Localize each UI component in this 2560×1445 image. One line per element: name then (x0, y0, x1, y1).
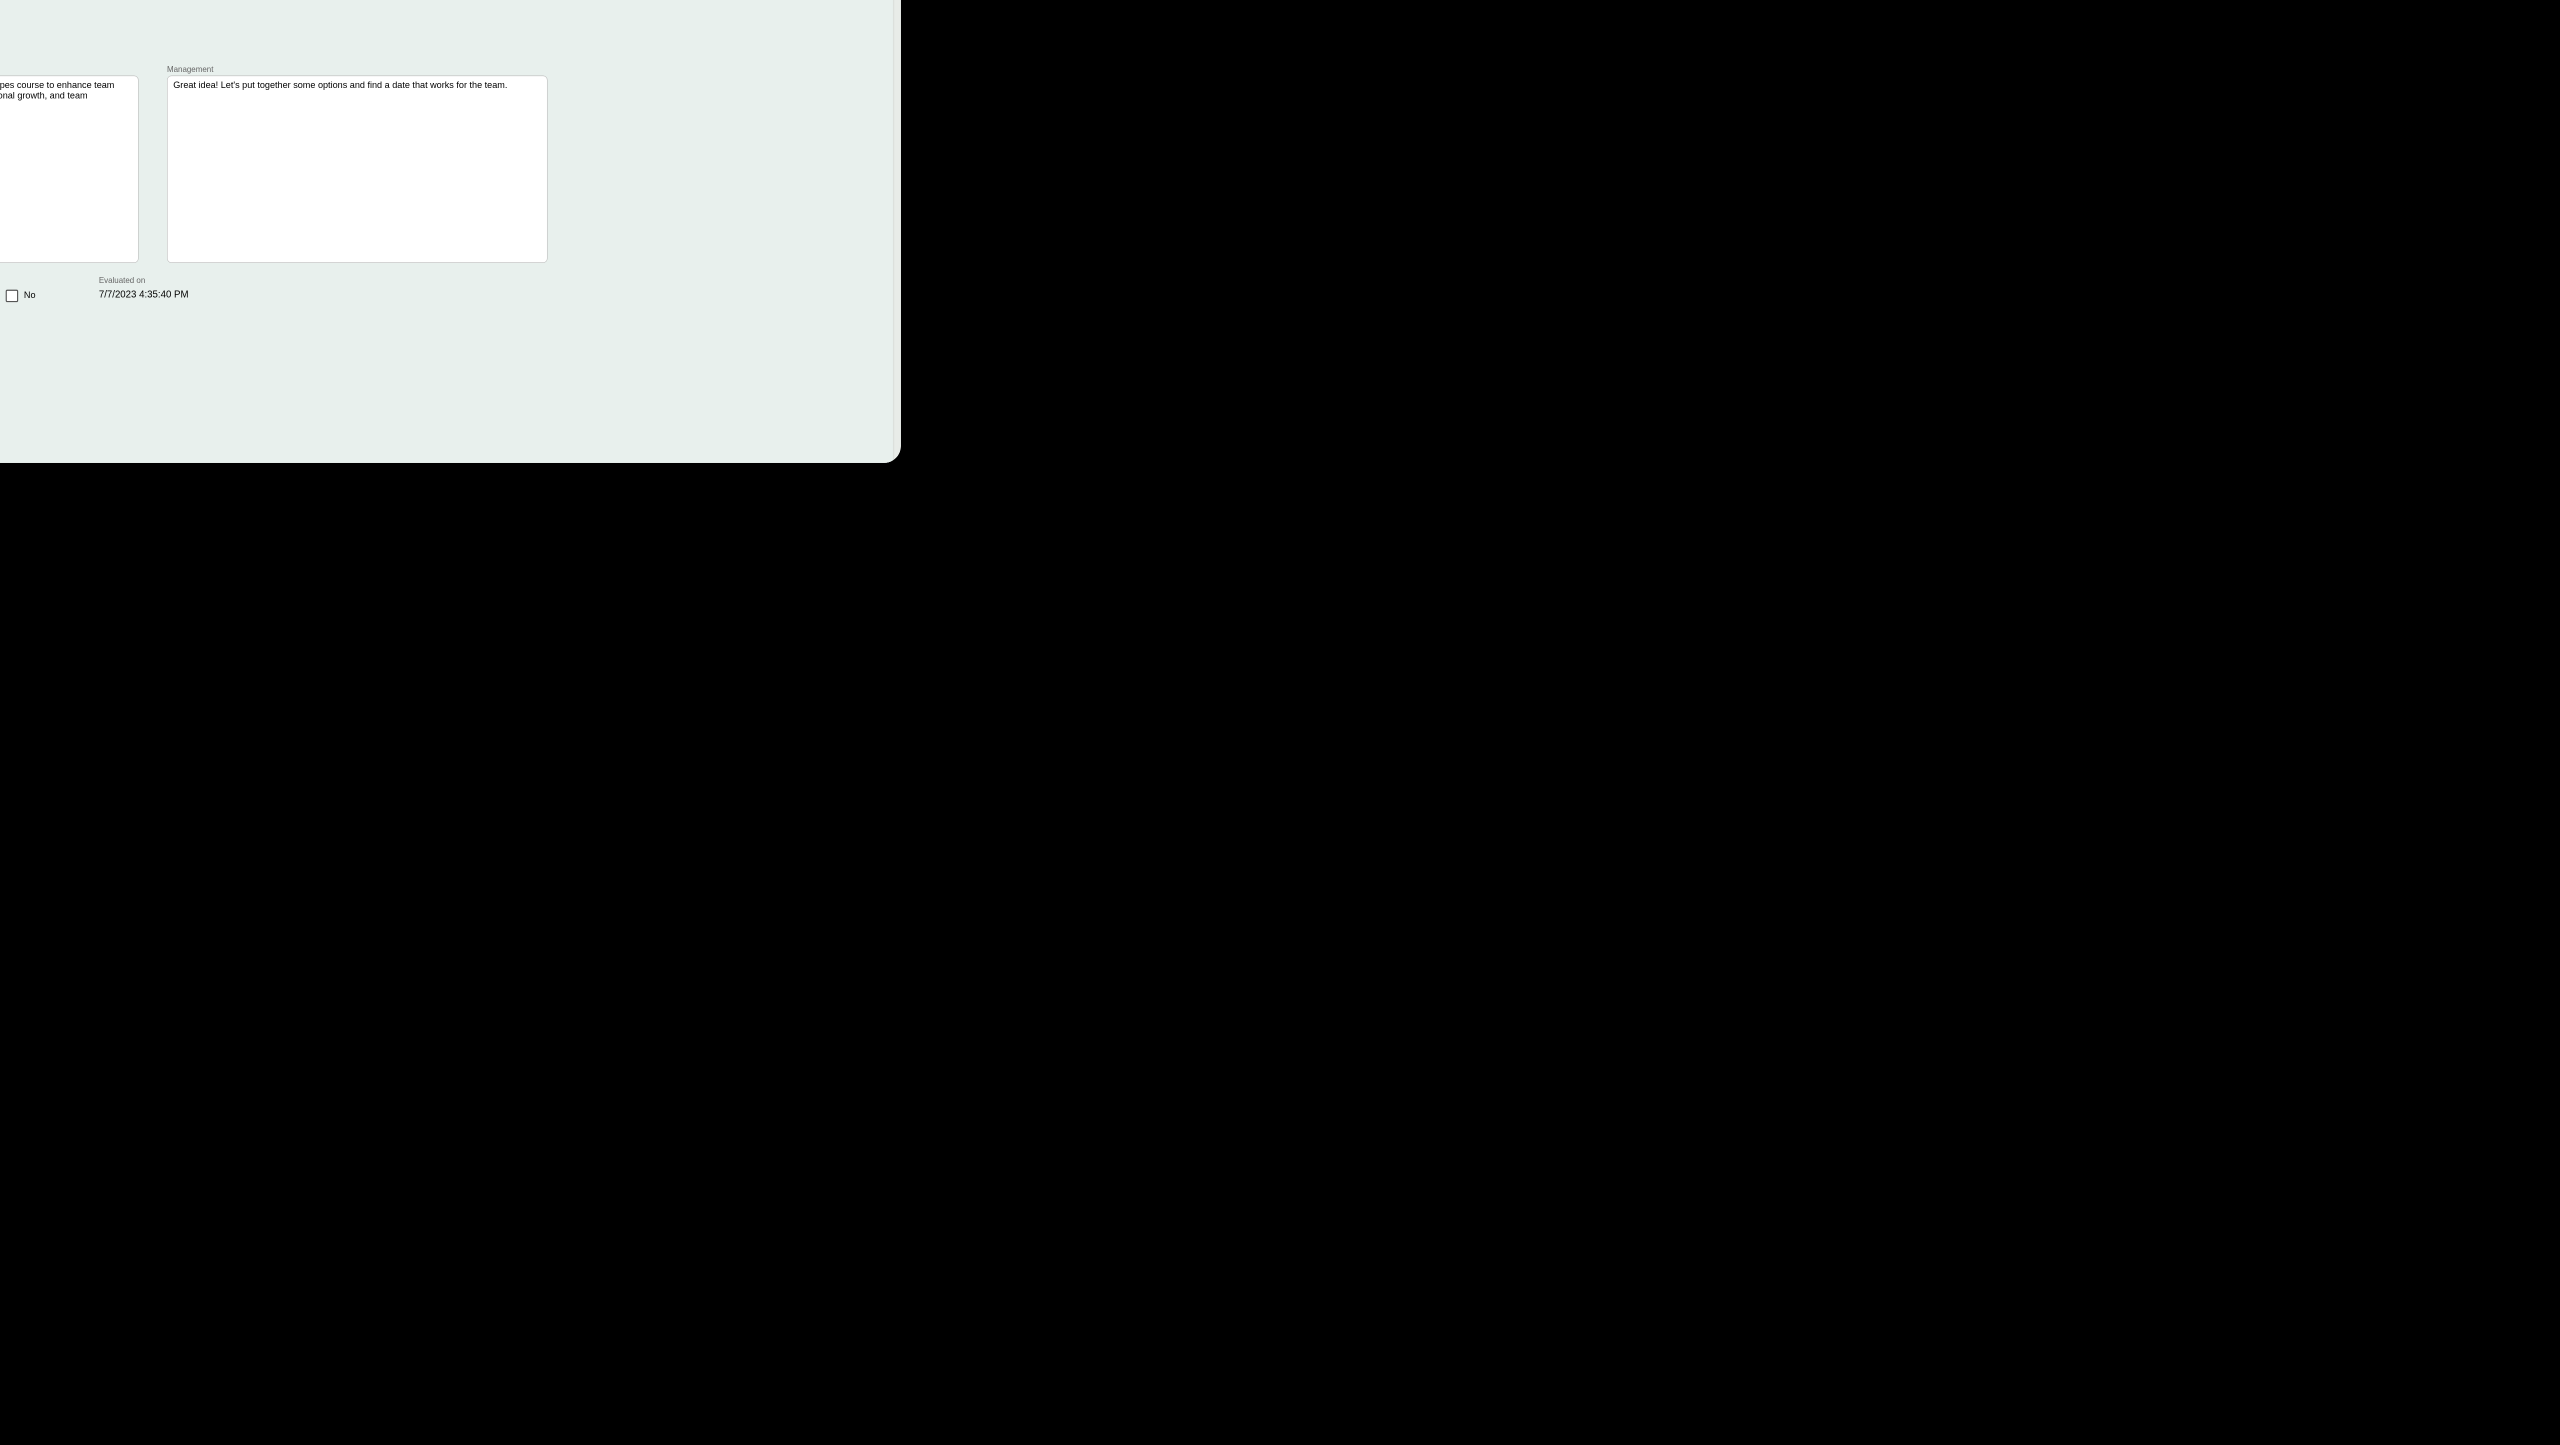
approved-label: Approved? (0, 275, 70, 284)
evaluated-date-value: 7/7/2023 4:35:40 PM (99, 289, 189, 300)
approved-no-checkbox[interactable] (6, 290, 18, 302)
suggestion-label: Suggestion (0, 65, 139, 74)
management-label: Management (167, 65, 548, 74)
no-label: No (24, 291, 36, 301)
suggestion-textarea[interactable] (0, 76, 139, 263)
management-textarea[interactable] (167, 76, 548, 263)
evaluated-label: Evaluated on (99, 275, 189, 284)
